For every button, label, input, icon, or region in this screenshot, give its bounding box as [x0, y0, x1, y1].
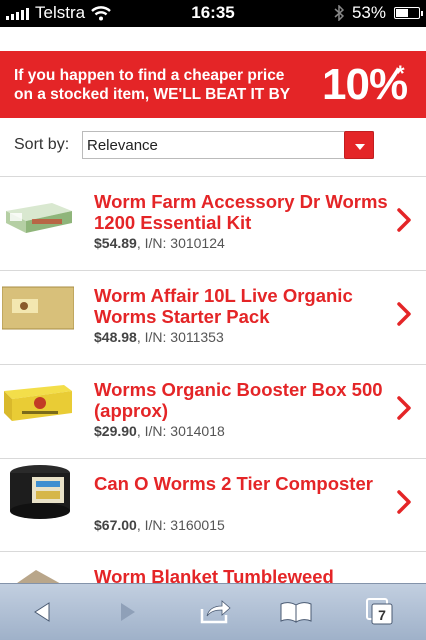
tab-count: 7 [378, 607, 386, 623]
product-price: $54.89 [94, 235, 137, 251]
product-title[interactable]: Worms Organic Booster Box 500 (approx) [94, 379, 394, 421]
bluetooth-icon [334, 5, 344, 21]
product-meta: $67.00, I/N: 3160015 [94, 517, 225, 533]
browser-toolbar: 7 [0, 583, 426, 640]
list-item[interactable]: Worm Farm Accessory Dr Worms 1200 Essent… [0, 177, 426, 270]
back-button[interactable] [22, 594, 62, 630]
promo-line-2: on a stocked item, WE'LL BEAT IT BY [14, 86, 291, 103]
price-beat-banner[interactable]: If you happen to find a cheaper price on… [0, 51, 426, 118]
list-item[interactable]: Worms Organic Booster Box 500 (approx) $… [0, 365, 426, 458]
sort-value: Relevance [87, 137, 158, 154]
promo-line-1: If you happen to find a cheaper price [14, 67, 285, 84]
chevron-right-icon[interactable] [396, 489, 412, 515]
product-title[interactable]: Can O Worms 2 Tier Composter [94, 473, 394, 494]
back-arrow-icon [34, 602, 50, 622]
list-item[interactable]: Worm Blanket Tumbleweed [0, 552, 426, 583]
share-button[interactable] [196, 594, 236, 630]
product-title[interactable]: Worm Farm Accessory Dr Worms 1200 Essent… [94, 191, 394, 233]
chevron-right-icon[interactable] [396, 395, 412, 421]
sort-select[interactable]: Relevance [82, 131, 374, 159]
forward-arrow-icon [121, 603, 135, 621]
product-meta: $54.89, I/N: 3010124 [94, 235, 225, 251]
product-meta: $29.90, I/N: 3014018 [94, 423, 225, 439]
product-title[interactable]: Worm Affair 10L Live Organic Worms Start… [94, 285, 394, 327]
tabs-icon: 7 [366, 598, 393, 625]
list-item[interactable]: Worm Affair 10L Live Organic Worms Start… [0, 271, 426, 364]
header-strip [0, 27, 426, 51]
product-image [4, 385, 72, 421]
dropdown-arrow-icon[interactable] [344, 131, 374, 159]
item-number: 3014018 [170, 423, 225, 439]
product-meta: $48.98, I/N: 3011353 [94, 329, 224, 345]
share-icon [200, 600, 231, 624]
forward-button[interactable] [108, 594, 148, 630]
tabs-button[interactable]: 7 [360, 594, 400, 630]
promo-percent: 10% [322, 60, 408, 109]
product-price: $29.90 [94, 423, 137, 439]
bookmarks-button[interactable] [276, 594, 316, 630]
product-title[interactable]: Worm Blanket Tumbleweed [94, 566, 394, 583]
promo-asterisk: * [396, 61, 405, 86]
sort-label: Sort by: [14, 136, 70, 153]
item-number: 3011353 [170, 329, 224, 345]
chevron-right-icon[interactable] [396, 301, 412, 327]
product-image [10, 465, 70, 519]
status-bar: Telstra 16:35 53% [0, 0, 426, 27]
item-number: 3010124 [170, 235, 225, 251]
product-price: $67.00 [94, 517, 137, 533]
battery-icon [394, 7, 423, 19]
product-price: $48.98 [94, 329, 137, 345]
list-item[interactable]: Can O Worms 2 Tier Composter $67.00, I/N… [0, 459, 426, 552]
item-number: 3160015 [170, 517, 225, 533]
battery-percent: 53% [351, 3, 386, 22]
product-image [2, 286, 74, 330]
chevron-right-icon[interactable] [396, 207, 412, 233]
product-image [6, 203, 72, 233]
product-image [17, 570, 60, 583]
bookmarks-icon [280, 602, 312, 623]
